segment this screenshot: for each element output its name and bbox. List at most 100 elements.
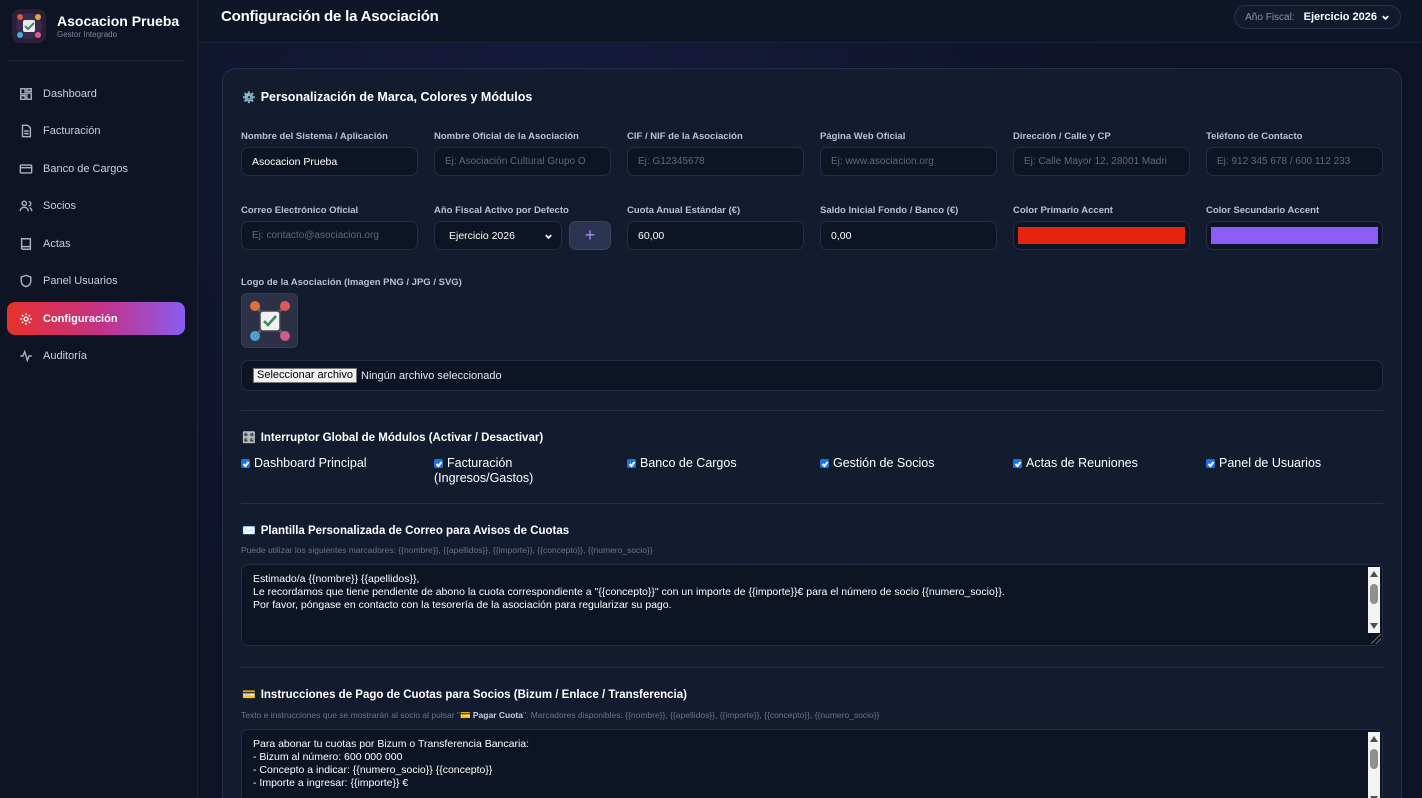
- credit-card-icon: 💳: [242, 689, 256, 701]
- email-label: Correo Electrónico Oficial: [241, 205, 359, 216]
- logo-image-icon: [249, 300, 290, 341]
- module-toggle-facturacion[interactable]: Facturación (Ingresos/Gastos): [434, 456, 533, 486]
- textarea-line: - Bizum al número: 600 000 000: [253, 751, 403, 763]
- divider: [241, 503, 1383, 504]
- logo-preview: [241, 293, 298, 348]
- textarea-line: Por favor, póngase en contacto con la te…: [253, 599, 672, 611]
- initial-balance-label: Saldo Inicial Fondo / Banco (€): [820, 205, 959, 216]
- fiscal-year-default-label: Año Fiscal Activo por Defecto: [434, 205, 569, 216]
- divider: [241, 667, 1383, 668]
- textarea-scrollbar[interactable]: [1368, 732, 1380, 798]
- email-input[interactable]: Ej: contacto@asociacion.org: [241, 221, 418, 250]
- module-label-secondary: (Ingresos/Gastos): [434, 471, 534, 485]
- checkbox-checked-icon[interactable]: [1206, 459, 1215, 468]
- website-input[interactable]: Ej: www.asociacion.org: [820, 147, 997, 176]
- textarea-scrollbar[interactable]: [1368, 567, 1380, 633]
- sidebar-item-panel-usuarios[interactable]: Panel Usuarios: [7, 265, 185, 298]
- file-status: Ningún archivo seleccionado: [361, 369, 502, 382]
- brand: Asocacion Prueba Gestor Integrado: [12, 6, 186, 46]
- cif-input[interactable]: Ej: G12345678: [627, 147, 804, 176]
- fiscal-year-label: Año Fiscal:: [1245, 11, 1295, 23]
- sidebar-item-banco-de-cargos[interactable]: Banco de Cargos: [7, 152, 185, 185]
- page-title: Configuración de la Asociación: [221, 8, 439, 25]
- select-file-button[interactable]: Seleccionar archivo: [253, 368, 357, 383]
- checkbox-checked-icon[interactable]: [434, 459, 443, 468]
- topbar: Configuración de la Asociación Año Fisca…: [198, 0, 1422, 43]
- scroll-down-icon[interactable]: [1370, 623, 1378, 629]
- payment-hint-pre: Texto e instrucciones que se mostrarán a…: [241, 710, 460, 720]
- users-icon: [19, 200, 33, 212]
- scroll-thumb[interactable]: [1370, 749, 1378, 769]
- scroll-thumb[interactable]: [1370, 584, 1378, 604]
- sidebar-item-label: Banco de Cargos: [43, 162, 128, 175]
- mail-icon: ✉️: [242, 525, 256, 537]
- gear-icon: [20, 312, 32, 325]
- sidebar: Asocacion Prueba Gestor Integrado Dashbo…: [0, 0, 198, 798]
- address-label: Dirección / Calle y CP: [1013, 131, 1111, 142]
- module-toggle-actas[interactable]: Actas de Reuniones: [1013, 456, 1138, 470]
- resize-handle-icon[interactable]: [1371, 634, 1381, 644]
- scroll-up-icon[interactable]: [1370, 571, 1378, 577]
- sidebar-item-configuracion[interactable]: Configuración: [7, 302, 185, 335]
- email-template-hint: Puede utilizar los siguientes marcadores…: [241, 545, 653, 555]
- phone-input[interactable]: Ej: 912 345 678 / 600 112 233: [1206, 147, 1383, 176]
- logo-label: Logo de la Asociación (Imagen PNG / JPG …: [241, 277, 462, 288]
- payment-instructions-textarea[interactable]: Para abonar tu cuotas por Bizum o Transf…: [241, 729, 1383, 798]
- payment-hint: Texto e instrucciones que se mostrarán a…: [241, 710, 879, 721]
- sidebar-item-auditoria[interactable]: Auditoría: [7, 340, 185, 373]
- checkbox-checked-icon[interactable]: [820, 459, 829, 468]
- branding-section-title: ⚙️ Personalización de Marca, Colores y M…: [242, 90, 532, 104]
- chevron-down-icon: [545, 234, 552, 240]
- email-template-textarea[interactable]: Estimado/a {{nombre}} {{apellidos}}, Le …: [241, 564, 1383, 646]
- payment-hint-post: ". Marcadores disponibles: {{nombre}}, {…: [522, 710, 880, 720]
- divider: [8, 60, 184, 61]
- fiscal-year-select[interactable]: Ejercicio 2026: [434, 221, 562, 250]
- module-toggle-dashboard[interactable]: Dashboard Principal: [241, 456, 367, 470]
- chevron-down-icon: [1382, 15, 1389, 20]
- system-name-input[interactable]: Asocacion Prueba: [241, 147, 418, 176]
- dashboard-icon: [20, 87, 32, 100]
- secondary-color-picker[interactable]: [1206, 221, 1383, 250]
- book-icon: [20, 237, 32, 250]
- main-content: ⚙️ Personalización de Marca, Colores y M…: [198, 43, 1422, 798]
- modules-title-text: Interruptor Global de Módulos (Activar /…: [260, 431, 544, 444]
- sidebar-item-dashboard[interactable]: Dashboard: [7, 77, 185, 110]
- sidebar-item-label: Auditoría: [43, 350, 88, 362]
- module-label: Banco de Cargos: [640, 456, 737, 470]
- official-name-input[interactable]: Ej: Asociación Cultural Grupo O: [434, 147, 611, 176]
- sidebar-item-socios[interactable]: Socios: [7, 190, 185, 223]
- annual-fee-input[interactable]: 60,00: [627, 221, 804, 250]
- phone-label: Teléfono de Contacto: [1206, 131, 1303, 142]
- module-toggle-socios[interactable]: Gestión de Socios: [820, 456, 934, 470]
- grid-icon: 🎛️: [242, 432, 256, 444]
- sidebar-item-label: Actas: [43, 237, 71, 250]
- file-icon: [21, 124, 32, 138]
- module-toggle-usuarios[interactable]: Panel de Usuarios: [1206, 456, 1321, 470]
- brand-title: Asocacion Prueba: [57, 12, 180, 29]
- sidebar-nav: Dashboard Facturación Banco de Cargos So…: [7, 77, 185, 377]
- module-label: Actas de Reuniones: [1026, 456, 1138, 470]
- primary-color-picker[interactable]: [1013, 221, 1190, 250]
- checkbox-checked-icon[interactable]: [241, 459, 250, 468]
- settings-card: ⚙️ Personalización de Marca, Colores y M…: [222, 68, 1402, 798]
- module-toggle-banco-de-cargos[interactable]: Banco de Cargos: [627, 456, 737, 470]
- sidebar-item-facturacion[interactable]: Facturación: [7, 115, 185, 148]
- card-icon: [19, 163, 33, 174]
- website-label: Página Web Oficial: [820, 131, 906, 142]
- textarea-line: - Importe a ingresar: {{importe}} €: [253, 777, 409, 789]
- email-template-title-text: Plantilla Personalizada de Correo para A…: [260, 524, 570, 537]
- brand-subtitle: Gestor Integrado: [57, 29, 118, 39]
- add-fiscal-year-button[interactable]: +: [569, 221, 611, 250]
- annual-fee-label: Cuota Anual Estándar (€): [627, 205, 741, 216]
- checkbox-checked-icon[interactable]: [627, 459, 636, 468]
- address-input[interactable]: Ej: Calle Mayor 12, 28001 Madri: [1013, 147, 1190, 176]
- sidebar-item-actas[interactable]: Actas: [7, 227, 185, 260]
- scroll-up-icon[interactable]: [1370, 736, 1378, 742]
- initial-balance-input[interactable]: 0,00: [820, 221, 997, 250]
- secondary-color-label: Color Secundario Accent: [1206, 205, 1320, 216]
- fiscal-year-selector[interactable]: Año Fiscal: Ejercicio 2026: [1234, 5, 1401, 29]
- sidebar-item-label: Socios: [43, 200, 77, 212]
- checkbox-checked-icon[interactable]: [1013, 459, 1022, 468]
- logo-file-input[interactable]: Seleccionar archivo Ningún archivo selec…: [241, 360, 1383, 391]
- textarea-line: Para abonar tu cuotas por Bizum o Transf…: [253, 738, 530, 750]
